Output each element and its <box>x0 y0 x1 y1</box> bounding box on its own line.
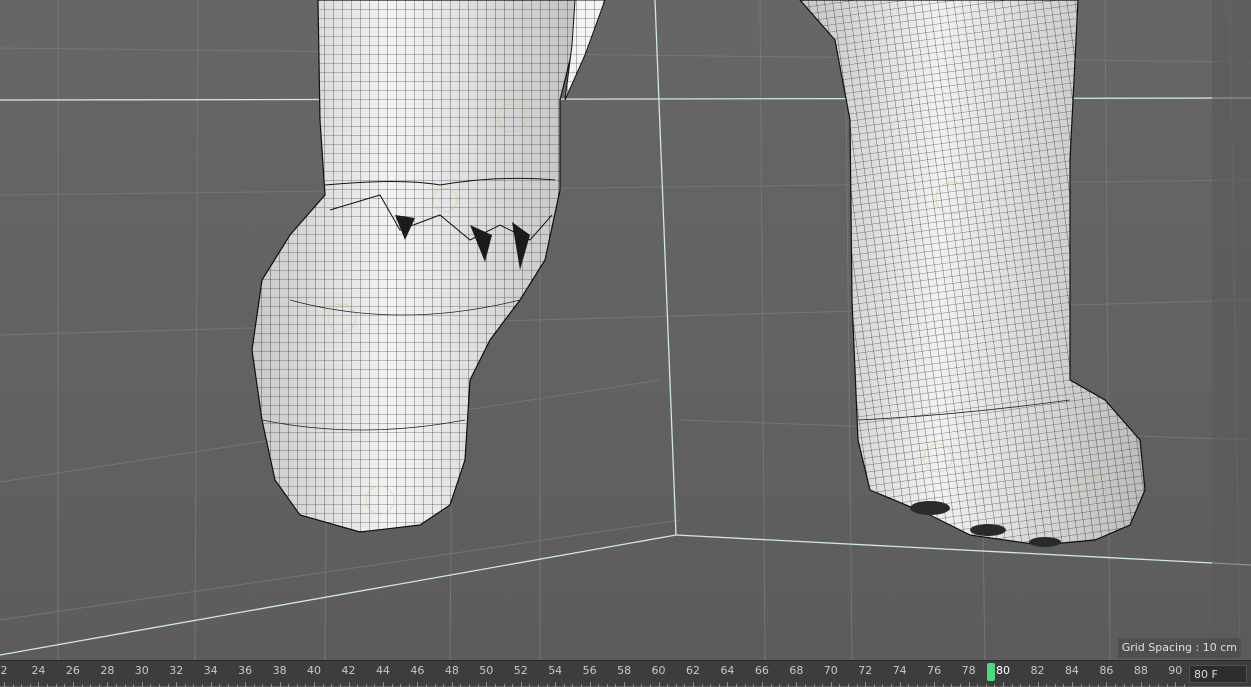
timeline-tick-label: 68 <box>789 664 804 677</box>
3d-viewport[interactable]: Grid Spacing : 10 cm <box>0 0 1251 660</box>
timeline-tick-mark <box>107 682 109 687</box>
timeline-tick-label: 32 <box>169 664 184 677</box>
timeline-tick-label: 80 <box>996 664 1011 677</box>
timeline-tick-mark <box>1003 682 1005 687</box>
timeline-tick-label: 30 <box>134 664 149 677</box>
timeline-tick-mark <box>38 682 40 687</box>
timeline-tick-mark <box>176 682 178 687</box>
timeline-tick-mark <box>624 682 626 687</box>
timeline-tick-mark <box>899 682 901 687</box>
timeline-tick-label: 42 <box>341 664 356 677</box>
timeline-tick-mark <box>968 682 970 687</box>
timeline-tick-mark <box>1175 682 1177 687</box>
timeline-tick-label: 50 <box>479 664 494 677</box>
timeline-tick-mark <box>210 682 212 687</box>
timeline-tick-mark <box>589 682 591 687</box>
timeline-tick-label: 24 <box>31 664 46 677</box>
timeline-tick-mark <box>693 682 694 687</box>
timeline-tick-mark <box>934 682 936 687</box>
timeline-tick-label: 64 <box>720 664 735 677</box>
timeline-tick-label: 28 <box>100 664 115 677</box>
timeline-tick-label: 82 <box>1030 664 1045 677</box>
timeline-tick-label: 38 <box>272 664 287 677</box>
timeline-tick-label: 56 <box>582 664 597 677</box>
timeline-tick-label: 26 <box>65 664 80 677</box>
timeline-tick-mark <box>382 682 384 687</box>
right-leg-mesh <box>799 0 1146 547</box>
timeline-tick-label: 60 <box>651 664 666 677</box>
timeline-tick-mark <box>4 682 5 687</box>
timeline-ruler[interactable]: 2 24 26 28 30 32 34 36 38 40 42 44 46 48 50 52 54 56 58 60 6… <box>0 661 1186 687</box>
timeline-tick-label: 48 <box>444 664 459 677</box>
timeline-tick-label: 70 <box>823 664 838 677</box>
timeline-tick-mark <box>865 682 867 687</box>
timeline-tick-mark <box>830 682 832 687</box>
timeline-tick-label: 36 <box>238 664 253 677</box>
playhead-marker[interactable] <box>987 663 996 681</box>
timeline-tick-mark <box>451 682 453 687</box>
timeline-tick-label: 58 <box>617 664 632 677</box>
timeline-tick-mark <box>1071 682 1073 687</box>
timeline-tick-mark <box>520 682 522 687</box>
timeline-tick-mark <box>761 682 763 687</box>
timeline-tick-label: 62 <box>686 664 700 677</box>
timeline-tick-label: 44 <box>375 664 390 677</box>
timeline-tick-label: 54 <box>548 664 563 677</box>
timeline-tick-label: 66 <box>754 664 769 677</box>
timeline-tick-mark <box>658 682 660 687</box>
timeline-tick-label: 72 <box>858 664 873 677</box>
timeline-tick-mark <box>245 682 247 687</box>
timeline-tick-mark <box>486 682 488 687</box>
current-frame-field[interactable]: 80 F <box>1189 665 1247 683</box>
timeline-tick-mark <box>1037 682 1039 687</box>
timeline-tick-label: 88 <box>1133 664 1148 677</box>
viewport-scene <box>0 0 1251 660</box>
timeline-tick-mark <box>727 682 729 687</box>
timeline-bar[interactable]: 2 24 26 28 30 32 34 36 38 40 42 44 46 48 50 52 54 56 58 60 6… <box>0 660 1251 687</box>
timeline-tick-mark <box>72 682 74 687</box>
timeline-tick-label: 34 <box>203 664 218 677</box>
timeline-tick-mark <box>555 682 557 687</box>
timeline-tick-label: 78 <box>961 664 976 677</box>
timeline-tick-label: 84 <box>1064 664 1079 677</box>
timeline-tick-mark <box>796 682 798 687</box>
timeline-tick-label: 76 <box>927 664 942 677</box>
timeline-tick-mark <box>279 682 281 687</box>
timeline-tick-label: 40 <box>307 664 322 677</box>
timeline-tick-mark <box>348 682 350 687</box>
timeline-tick-mark <box>1140 682 1142 687</box>
timeline-tick-label: 2 <box>0 664 8 677</box>
timeline-tick-label: 52 <box>513 664 528 677</box>
timeline-tick-label: 46 <box>410 664 425 677</box>
timeline-tick-label: 86 <box>1099 664 1114 677</box>
timeline-tick-mark <box>141 682 143 687</box>
timeline-tick-mark <box>417 682 419 687</box>
timeline-tick-label: 90 <box>1168 664 1183 677</box>
left-leg-mesh <box>251 0 601 533</box>
timeline-tick-label: 74 <box>892 664 907 677</box>
timeline-tick-mark <box>1106 682 1108 687</box>
grid-spacing-label: Grid Spacing : 10 cm <box>1117 638 1241 658</box>
timeline-tick-mark <box>314 682 316 687</box>
